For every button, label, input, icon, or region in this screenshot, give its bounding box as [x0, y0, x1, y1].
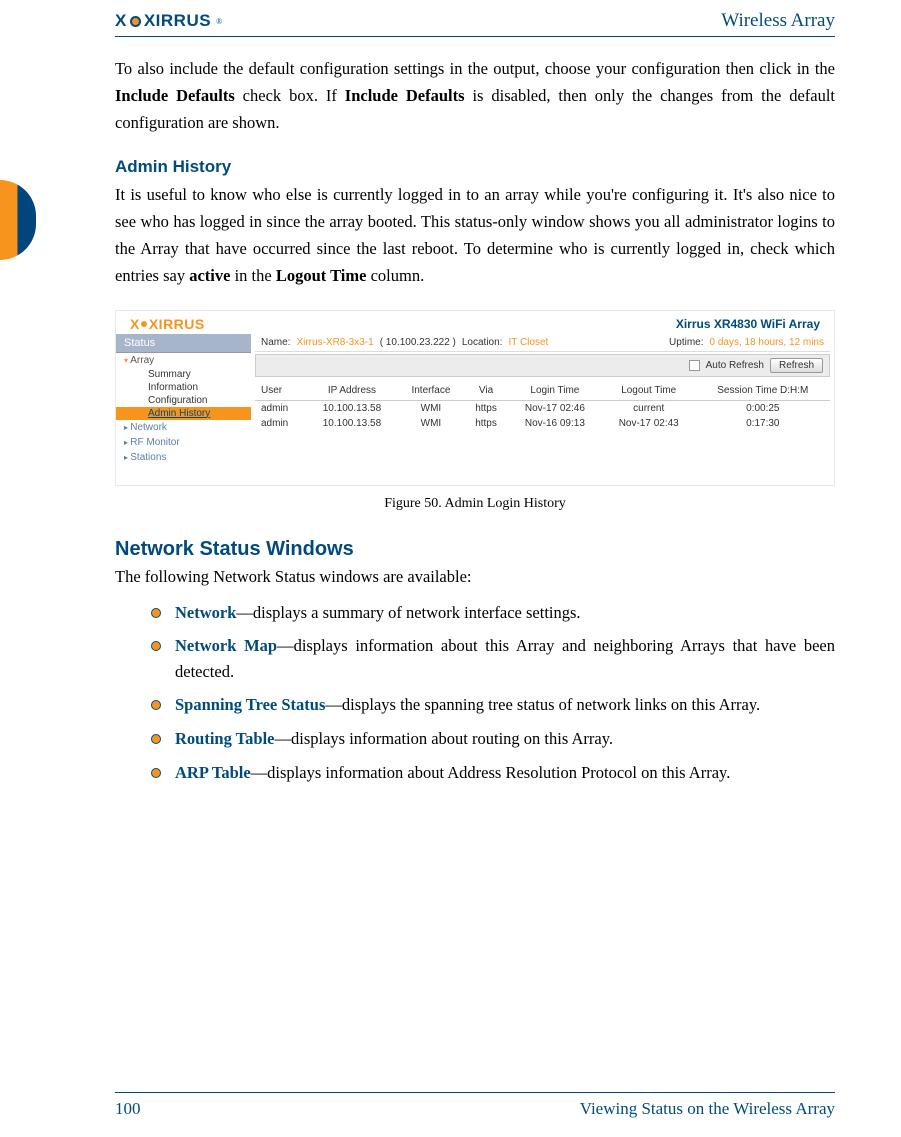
sidebar-item-information[interactable]: Information [116, 381, 251, 394]
network-bullets: Network—displays a summary of network in… [115, 600, 835, 785]
admin-history-paragraph: It is useful to know who else is current… [115, 181, 835, 290]
info-uptime-value: 0 days, 18 hours, 12 mins [709, 337, 824, 348]
cell: admin [255, 400, 306, 416]
link-network-map[interactable]: Network Map [175, 636, 277, 655]
bullet-desc: —displays the spanning tree status of ne… [325, 695, 760, 714]
page-footer: 100 Viewing Status on the Wireless Array [115, 1092, 835, 1119]
cell: 0:00:25 [696, 400, 830, 416]
sidebar-item-admin-history[interactable]: Admin History [116, 407, 251, 420]
th-logout: Logout Time [602, 381, 696, 401]
intro-mid: check box. If [235, 86, 345, 105]
ah-b1: active [189, 266, 230, 285]
admin-history-heading: Admin History [115, 157, 835, 177]
ss-body: Status Array Summary Information Configu… [116, 334, 834, 485]
sidebar-item-network[interactable]: Network [116, 420, 251, 435]
link-routing-table[interactable]: Routing Table [175, 729, 275, 748]
intro-pre: To also include the default configuratio… [115, 59, 835, 78]
sidebar-item-summary[interactable]: Summary [116, 368, 251, 381]
ss-toolbar: Auto Refresh Refresh [255, 354, 830, 377]
cell: current [602, 400, 696, 416]
page-header: X XIRRUS ® Wireless Array [115, 10, 835, 37]
sidebar-item-array[interactable]: Array [116, 353, 251, 368]
bullet-desc: —displays a summary of network interface… [236, 603, 580, 622]
sidebar-item-rf-monitor[interactable]: RF Monitor [116, 435, 251, 450]
auto-refresh-checkbox[interactable] [689, 360, 700, 371]
list-item: Network—displays a summary of network in… [151, 600, 835, 626]
info-loc-value: IT Closet [508, 337, 548, 348]
admin-history-screenshot: XXIRRUS Xirrus XR4830 WiFi Array Status … [115, 310, 835, 486]
intro-bold-2: Include Defaults [345, 86, 465, 105]
link-arp-table[interactable]: ARP Table [175, 763, 251, 782]
th-user: User [255, 381, 306, 401]
list-item: Spanning Tree Status—displays the spanni… [151, 692, 835, 718]
logo-text-rest: XIRRUS [144, 11, 211, 31]
cell: Nov-17 02:43 [602, 416, 696, 431]
footer-title: Viewing Status on the Wireless Array [580, 1099, 835, 1119]
ss-main: Name: Xirrus-XR8-3x3-1 ( 10.100.23.222 )… [251, 334, 834, 485]
info-name-value[interactable]: Xirrus-XR8-3x3-1 [296, 337, 373, 348]
registered-icon: ® [216, 17, 222, 26]
ss-header: XXIRRUS Xirrus XR4830 WiFi Array [116, 311, 834, 334]
cell: https [464, 416, 508, 431]
auto-refresh-label: Auto Refresh [706, 360, 764, 371]
ss-logo: XXIRRUS [130, 316, 205, 332]
intro-paragraph: To also include the default configuratio… [115, 55, 835, 137]
list-item: ARP Table—displays information about Add… [151, 760, 835, 786]
figure-caption: Figure 50. Admin Login History [115, 496, 835, 512]
cell: Nov-17 02:46 [508, 400, 602, 416]
doc-title: Wireless Array [721, 10, 835, 32]
info-loc-label: Location: [462, 337, 503, 348]
network-intro: The following Network Status windows are… [115, 563, 835, 590]
intro-bold-1: Include Defaults [115, 86, 235, 105]
table-row: admin 10.100.13.58 WMI https Nov-17 02:4… [255, 400, 830, 416]
network-status-heading: Network Status Windows [115, 538, 835, 561]
logo-text: X [115, 11, 127, 31]
refresh-button[interactable]: Refresh [770, 358, 823, 373]
link-network[interactable]: Network [175, 603, 236, 622]
th-interface: Interface [398, 381, 464, 401]
list-item: Routing Table—displays information about… [151, 726, 835, 752]
th-session: Session Time D:H:M [696, 381, 830, 401]
th-login: Login Time [508, 381, 602, 401]
link-spanning-tree[interactable]: Spanning Tree Status [175, 695, 325, 714]
cell: https [464, 400, 508, 416]
cell: WMI [398, 400, 464, 416]
info-ip: ( 10.100.23.222 ) [380, 337, 456, 348]
ss-sidebar: Status Array Summary Information Configu… [116, 334, 251, 485]
logo-dot-icon [130, 16, 141, 27]
cell: 10.100.13.58 [306, 416, 398, 431]
cell: 10.100.13.58 [306, 400, 398, 416]
bullet-desc: —displays information about Address Reso… [251, 763, 731, 782]
ss-model: Xirrus XR4830 WiFi Array [676, 317, 820, 331]
cell: WMI [398, 416, 464, 431]
brand-logo: X XIRRUS ® [115, 11, 222, 31]
page-content: X XIRRUS ® Wireless Array To also includ… [0, 0, 901, 785]
page-number: 100 [115, 1099, 141, 1119]
admin-history-table: User IP Address Interface Via Login Time… [255, 381, 830, 431]
info-uptime-label: Uptime: [669, 337, 703, 348]
list-item: Network Map—displays information about t… [151, 633, 835, 684]
bullet-desc: —displays information about routing on t… [275, 729, 614, 748]
info-name-label: Name: [261, 337, 290, 348]
ah-b2: Logout Time [276, 266, 367, 285]
ss-logo-text: XIRRUS [149, 316, 205, 332]
sidebar-item-configuration[interactable]: Configuration [116, 394, 251, 407]
sidebar-item-stations[interactable]: Stations [116, 450, 251, 465]
ss-logo-dot-icon [140, 320, 148, 328]
table-header-row: User IP Address Interface Via Login Time… [255, 381, 830, 401]
ss-infobar: Name: Xirrus-XR8-3x3-1 ( 10.100.23.222 )… [255, 334, 830, 352]
th-ip: IP Address [306, 381, 398, 401]
ah-post: column. [366, 266, 424, 285]
ah-mid: in the [230, 266, 275, 285]
cell: admin [255, 416, 306, 431]
ss-status-header: Status [116, 334, 251, 353]
cell: Nov-16 09:13 [508, 416, 602, 431]
th-via: Via [464, 381, 508, 401]
cell: 0:17:30 [696, 416, 830, 431]
table-row: admin 10.100.13.58 WMI https Nov-16 09:1… [255, 416, 830, 431]
